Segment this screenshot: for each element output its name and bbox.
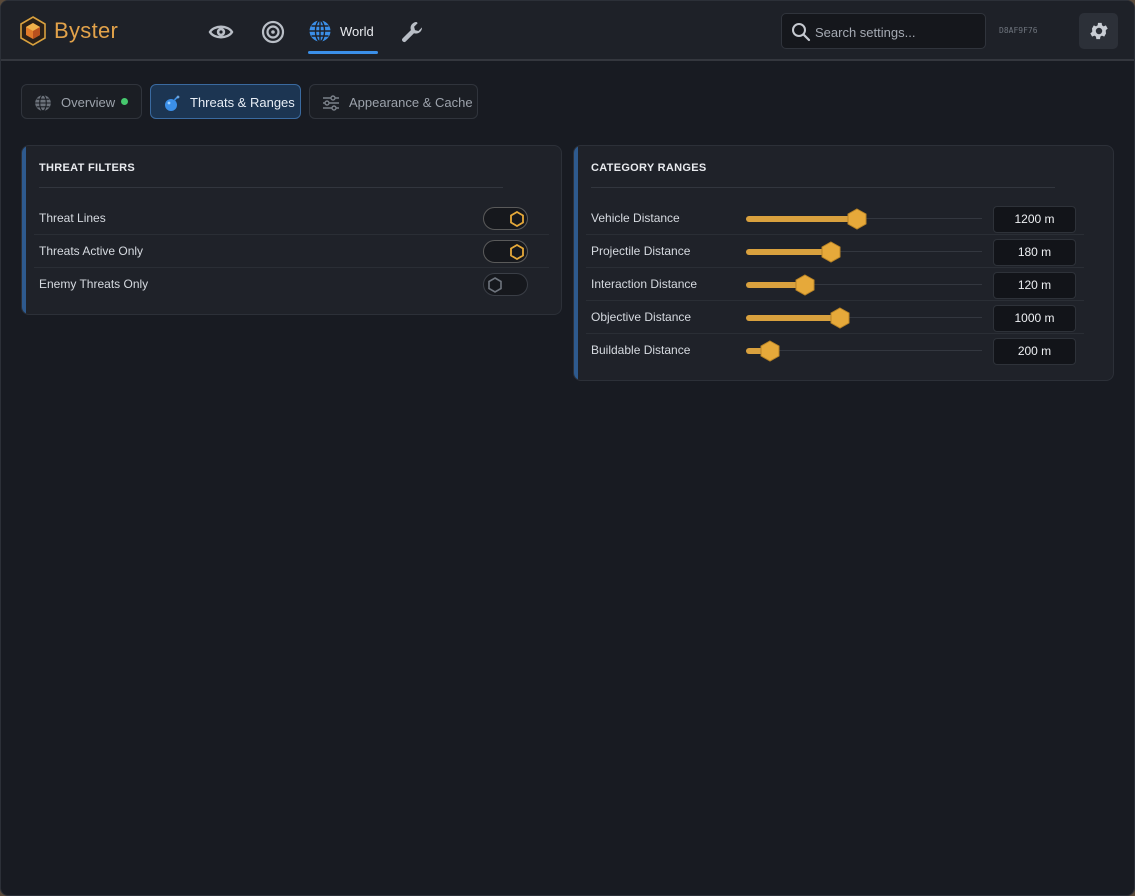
brand-name: Byster [54,18,119,43]
tab-threats-ranges[interactable]: Threats & Ranges [150,84,301,119]
top-bar: Byster World Search settings... D8AF9F76 [1,1,1134,61]
range-row: Interaction Distance 120 m [586,268,1084,301]
objective-distance-slider[interactable] [746,307,982,329]
range-label: Vehicle Distance [591,211,680,225]
buildable-distance-value[interactable]: 200 m [993,338,1076,365]
enemy-threats-only-toggle[interactable] [483,273,528,296]
status-dot [121,98,128,105]
nav-tools[interactable] [399,19,425,45]
search-input[interactable] [815,21,980,43]
hexagon-thumb-icon[interactable] [760,340,780,362]
divider [39,187,503,188]
search-box[interactable] [781,13,986,49]
panel-title: THREAT FILTERS [39,162,136,174]
byster-logo-icon [20,16,46,46]
globe-icon [35,94,51,112]
tab-appearance-cache[interactable]: Appearance & Cache [309,84,478,119]
threat-lines-toggle[interactable] [483,207,528,230]
hexagon-knob-icon [510,211,524,227]
slider-fill [746,216,857,222]
globe-icon [309,19,331,43]
buildable-distance-slider[interactable] [746,340,982,362]
nav-active-indicator [308,51,378,54]
nav-world-label: World [340,24,374,39]
tab-overview[interactable]: Overview [21,84,142,119]
app-window: Byster World Search settings... D8AF9F76… [0,0,1135,896]
range-label: Buildable Distance [591,343,691,357]
eye-icon [208,25,234,39]
wrench-icon [402,22,423,43]
target-icon [261,20,285,44]
projectile-distance-slider[interactable] [746,241,982,263]
tab-overview-label: Overview [61,95,116,110]
panel-title: CATEGORY RANGES [591,162,707,174]
objective-distance-value[interactable]: 1000 m [993,305,1076,332]
toggle-row: Threats Active Only [34,235,549,268]
hexagon-knob-icon [488,277,502,293]
settings-button[interactable] [1079,13,1118,49]
range-row: Buildable Distance 200 m [586,334,1084,367]
range-label: Interaction Distance [591,277,698,291]
range-label: Projectile Distance [591,244,691,258]
range-row: Objective Distance 1000 m [586,301,1084,334]
threats-active-only-toggle[interactable] [483,240,528,263]
hexagon-thumb-icon[interactable] [830,307,850,329]
hexagon-thumb-icon[interactable] [821,241,841,263]
toggle-label: Enemy Threats Only [39,277,149,291]
bomb-icon [165,95,180,111]
hexagon-knob-icon [510,244,524,260]
range-label: Objective Distance [591,310,692,324]
projectile-distance-value[interactable]: 180 m [993,239,1076,266]
tab-threats-ranges-label: Threats & Ranges [190,95,295,110]
interaction-distance-value[interactable]: 120 m [993,272,1076,299]
interaction-distance-slider[interactable] [746,274,982,296]
tab-appearance-cache-label: Appearance & Cache [349,95,473,110]
nav-world[interactable]: World [308,15,378,55]
toggle-row: Enemy Threats Only [34,268,549,301]
slider-fill [746,315,840,321]
search-icon [792,23,811,42]
hexagon-thumb-icon[interactable] [847,208,867,230]
session-id: D8AF9F76 [999,26,1038,35]
range-row: Projectile Distance 180 m [586,235,1084,268]
vehicle-distance-value[interactable]: 1200 m [993,206,1076,233]
divider [591,187,1055,188]
category-ranges-panel: CATEGORY RANGES Vehicle Distance 1200 m … [573,145,1114,381]
range-row: Vehicle Distance 1200 m [586,202,1084,235]
gear-icon [1089,22,1108,40]
vehicle-distance-slider[interactable] [746,208,982,230]
slider-track [746,350,982,351]
nav-aim[interactable] [260,19,286,45]
toggle-label: Threats Active Only [39,244,144,258]
toggle-label: Threat Lines [39,211,106,225]
hexagon-thumb-icon[interactable] [795,274,815,296]
slider-fill [746,249,831,255]
threat-filters-panel: THREAT FILTERS Threat Lines Threats Acti… [21,145,562,315]
sliders-icon [323,95,339,111]
toggle-row: Threat Lines [34,202,549,235]
nav-visuals[interactable] [208,19,234,45]
